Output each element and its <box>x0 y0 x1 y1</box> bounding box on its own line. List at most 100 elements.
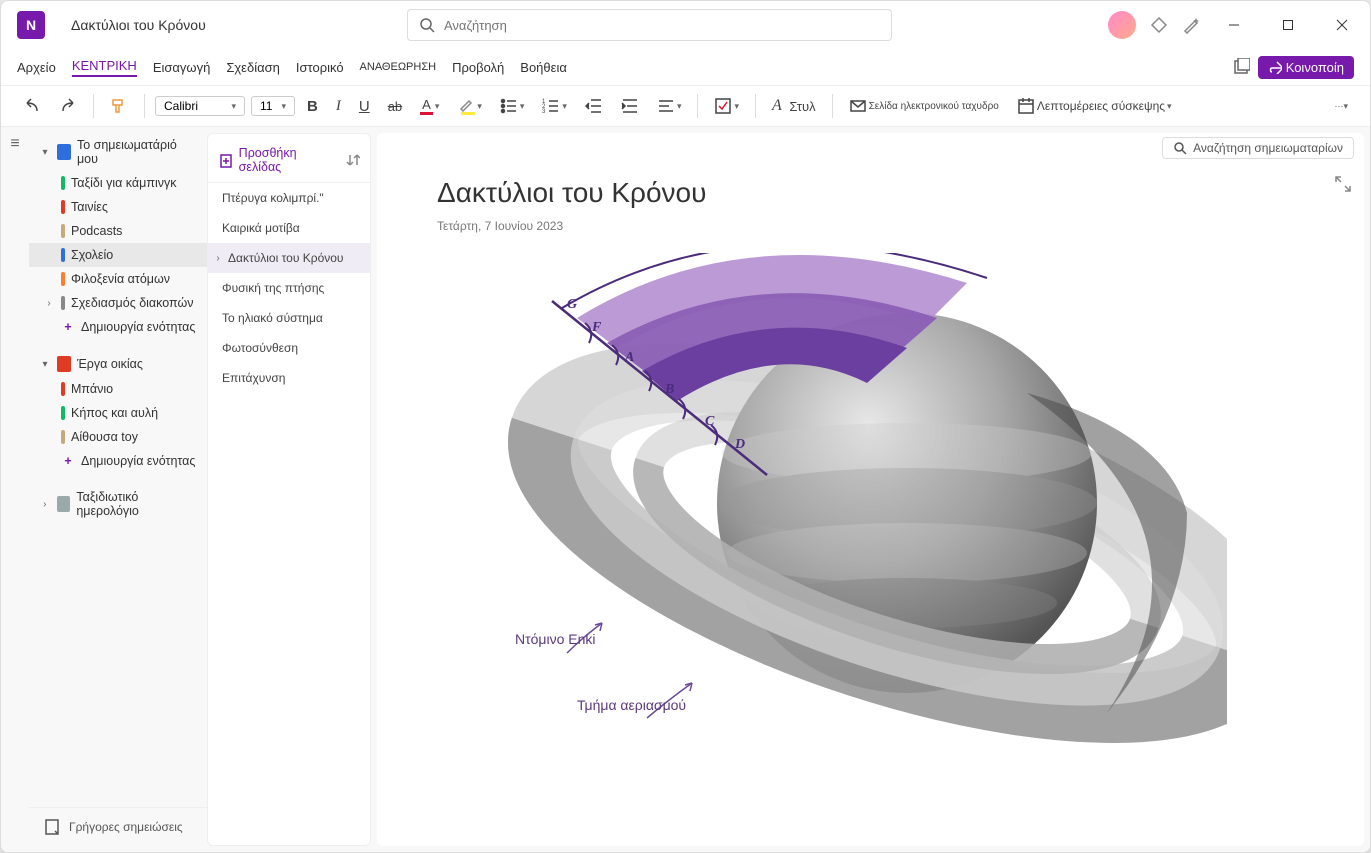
menu-file[interactable]: Αρχείο <box>17 60 56 75</box>
search-notebooks-label: Αναζήτηση σημειωματαρίων <box>1193 141 1343 155</box>
bullets-button[interactable]: ▾ <box>494 93 531 119</box>
page-item[interactable]: Φωτοσύνθεση <box>208 333 370 363</box>
align-button[interactable]: ▾ <box>651 93 688 119</box>
section-movies[interactable]: Ταινίες <box>29 195 207 219</box>
page-item[interactable]: Το ηλιακό σύστημα <box>208 303 370 333</box>
outdent-button[interactable] <box>579 93 609 119</box>
numbering-button[interactable]: 123▾ <box>536 93 573 119</box>
page-label: Δακτύλιοι του Κρόνου <box>228 251 343 265</box>
sort-icon[interactable] <box>346 153 360 167</box>
menu-view[interactable]: Προβολή <box>452 60 504 75</box>
page-label: Καιρικά μοτίβα <box>222 221 300 235</box>
annotation-enki[interactable]: Ντόμινο Enki <box>515 631 596 647</box>
add-page-button[interactable]: Προσθήκη σελίδας <box>208 138 370 183</box>
ring-label-c: C <box>705 414 715 429</box>
global-search-box[interactable] <box>407 9 892 41</box>
menu-draw[interactable]: Σχεδίαση <box>226 60 280 75</box>
user-avatar[interactable] <box>1108 11 1136 39</box>
page-label: Το ηλιακό σύστημα <box>222 311 323 325</box>
page-label: Επιτάχυνση <box>222 371 285 385</box>
share-button[interactable]: Κοινοποίη <box>1258 56 1354 79</box>
page-item[interactable]: Καιρικά μοτίβα <box>208 213 370 243</box>
font-family-select[interactable]: Calibri▾ <box>155 96 245 116</box>
italic-button[interactable]: I <box>330 94 347 119</box>
notebook-label: Έργα οικίας <box>77 357 143 371</box>
menu-review[interactable]: ΑΝΑΘΕΩΡΗΣΗ <box>360 61 437 73</box>
page-item[interactable]: Φυσική της πτήσης <box>208 273 370 303</box>
annotation-aeration[interactable]: Τμήμα αεριασμού <box>577 697 686 713</box>
search-notebooks-box[interactable]: Αναζήτηση σημειωματαρίων <box>1162 137 1354 159</box>
section-color-mark <box>61 224 65 238</box>
chevron-down-icon: ▾ <box>39 359 51 370</box>
page-item[interactable]: Πτέρυγα κολιμπρί." <box>208 183 370 213</box>
search-icon <box>418 16 436 34</box>
section-label: Κήπος και αυλή <box>71 406 158 420</box>
add-section-label: Δημιουργία ενότητας <box>81 320 195 334</box>
add-section-button-1[interactable]: + Δημιουργία ενότητας <box>29 315 207 339</box>
onenote-app-icon: N <box>17 11 45 39</box>
section-label: Podcasts <box>71 224 122 238</box>
page-label: Φυσική της πτήσης <box>222 281 324 295</box>
minimize-button[interactable] <box>1214 9 1254 41</box>
indent-button[interactable] <box>615 93 645 119</box>
todo-tag-button[interactable]: ▾ <box>708 93 745 119</box>
page-item[interactable]: ›Δακτύλιοι του Κρόνου <box>208 243 370 273</box>
section-color-mark <box>61 406 65 420</box>
content-area: ≡ ▾ Το σημειωματάριό μου Ταξίδι για κάμπ… <box>1 127 1370 852</box>
section-vacation[interactable]: ›Σχεδιασμός διακοπών <box>29 291 207 315</box>
notebook-home-projects[interactable]: ▾ Έργα οικίας <box>29 351 207 377</box>
diamond-icon[interactable] <box>1150 16 1168 34</box>
section-color-mark <box>61 200 65 214</box>
notebook-travel-journal[interactable]: › Ταξιδιωτικό ημερολόγιο <box>29 485 207 523</box>
section-color-mark <box>61 296 65 310</box>
quick-notes-button[interactable]: Γρήγορες σημειώσεις <box>29 807 207 846</box>
global-search-input[interactable] <box>444 18 881 33</box>
redo-button[interactable] <box>53 93 83 119</box>
close-button[interactable] <box>1322 9 1362 41</box>
styles-button[interactable]: A Στυλ <box>766 93 822 119</box>
menu-history[interactable]: Ιστορικό <box>296 60 344 75</box>
strikethrough-button[interactable]: ab <box>382 95 408 118</box>
section-color-mark <box>61 176 65 190</box>
bold-button[interactable]: B <box>301 94 324 119</box>
note-canvas[interactable]: Αναζήτηση σημειωματαρίων Δακτύλιοι του Κ… <box>377 133 1364 846</box>
section-toy-room[interactable]: Αίθουσα toy <box>29 425 207 449</box>
page-item[interactable]: Επιτάχυνση <box>208 363 370 393</box>
section-hosting[interactable]: Φιλοξενία ατόμων <box>29 267 207 291</box>
quick-notes-icon <box>43 818 61 836</box>
section-label: Φιλοξενία ατόμων <box>71 272 170 286</box>
note-title[interactable]: Δακτύλιοι του Κρόνου <box>437 177 706 209</box>
undo-button[interactable] <box>17 93 47 119</box>
meeting-details-button[interactable]: Λεπτομέρειες σύσκεψης▾ <box>1011 93 1178 119</box>
section-label: Μπάνιο <box>71 382 113 396</box>
ribbon-overflow-button[interactable]: ⋯▾ <box>1328 97 1354 116</box>
plus-icon: + <box>61 320 75 334</box>
notebook-my-notebook[interactable]: ▾ Το σημειωματάριό μου <box>29 133 207 171</box>
font-size-select[interactable]: 11▾ <box>251 96 295 116</box>
email-page-button[interactable]: Σελίδα ηλεκτρονικού ταχυδρο <box>843 93 1005 119</box>
font-color-button[interactable]: A▾ <box>414 93 445 119</box>
nav-toggle-button[interactable]: ≡ <box>1 127 29 852</box>
underline-button[interactable]: U <box>353 94 376 119</box>
chevron-down-icon: ▾ <box>39 147 51 158</box>
section-bathroom[interactable]: Μπάνιο <box>29 377 207 401</box>
section-camping[interactable]: Ταξίδι για κάμπινγκ <box>29 171 207 195</box>
section-podcasts[interactable]: Podcasts <box>29 219 207 243</box>
maximize-button[interactable] <box>1268 9 1308 41</box>
share-label: Κοινοποίη <box>1286 60 1344 75</box>
menu-home[interactable]: ΚΕΝΤΡΙΚΗ <box>72 58 137 77</box>
expand-canvas-button[interactable] <box>1334 175 1352 198</box>
sparkle-pen-icon[interactable] <box>1182 16 1200 34</box>
notebook-label: Ταξιδιωτικό ημερολόγιο <box>76 490 201 518</box>
section-label: Αίθουσα toy <box>71 430 138 444</box>
menu-help[interactable]: Βοήθεια <box>520 60 567 75</box>
add-section-button-2[interactable]: +Δημιουργία ενότητας <box>29 449 207 473</box>
section-school[interactable]: Σχολείο <box>29 243 207 267</box>
format-painter-button[interactable] <box>104 93 134 119</box>
menu-insert[interactable]: Εισαγωγή <box>153 60 210 75</box>
section-garden[interactable]: Κήπος και αυλή <box>29 401 207 425</box>
chevron-right-icon: › <box>39 499 51 510</box>
add-page-label: Προσθήκη σελίδας <box>239 146 341 174</box>
open-new-window-icon[interactable] <box>1232 58 1250 76</box>
highlight-button[interactable]: ▾ <box>451 93 488 119</box>
